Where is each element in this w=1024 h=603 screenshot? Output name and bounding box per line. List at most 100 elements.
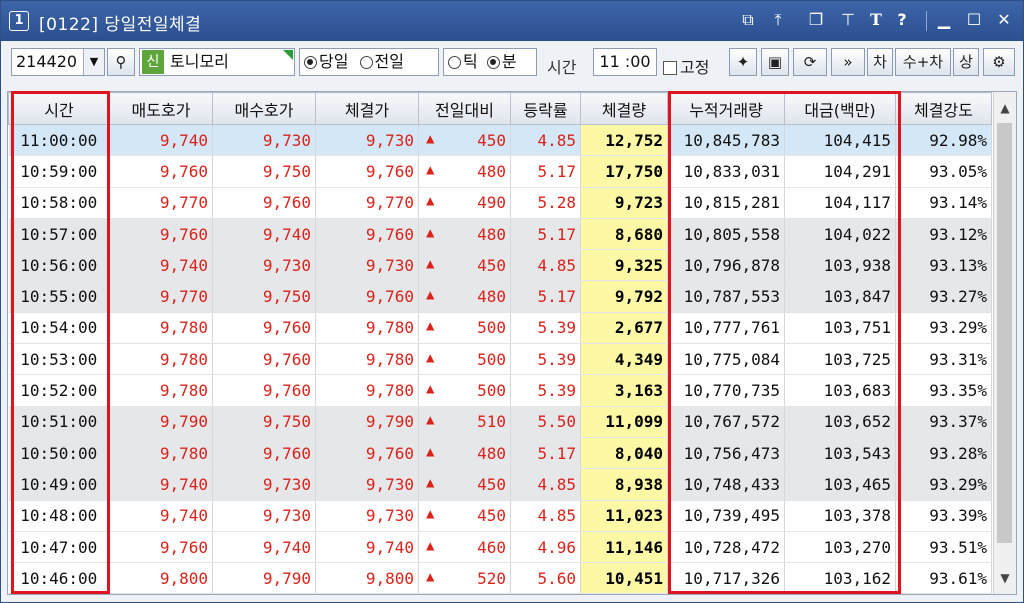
table-row[interactable]: 10:55:00 9,770 9,750 9,760 ▲ 480 5.17 9,792 10,7… — [8, 280, 992, 313]
close-icon[interactable]: ✕ — [993, 9, 1015, 31]
restore-icon[interactable]: ⧉ — [737, 9, 759, 31]
scroll-up-icon[interactable]: ▲ — [994, 96, 1016, 120]
cell-ask: 9,740 — [109, 124, 213, 157]
col-header-time[interactable]: 시간 — [8, 92, 110, 125]
cell-amount: 103,465 — [784, 468, 896, 501]
table-row[interactable]: 10:46:00 9,800 9,790 9,800 ▲ 520 5.60 10,451 10,… — [8, 562, 992, 595]
col-header-volume[interactable]: 체결량 — [580, 92, 668, 125]
time-input[interactable]: 11 :00 — [593, 48, 657, 76]
cell-cum-volume: 10,815,281 — [667, 187, 785, 219]
cell-amount: 103,652 — [784, 406, 896, 438]
table-row[interactable]: 10:48:00 9,740 9,730 9,730 ▲ 450 4.85 11,023 10,… — [8, 500, 992, 532]
cell-change: ▲ 450 — [418, 500, 511, 532]
export-icon[interactable]: ▣ — [761, 48, 789, 76]
cell-amount: 103,378 — [784, 500, 896, 532]
radio-unselected-icon — [448, 56, 461, 69]
cell-amount: 103,543 — [784, 437, 896, 470]
table-row[interactable]: 10:54:00 9,780 9,760 9,780 ▲ 500 5.39 2,677 10,7… — [8, 312, 992, 345]
cell-strength: 93.39% — [895, 500, 992, 532]
table-row[interactable]: 10:58:00 9,770 9,760 9,770 ▲ 490 5.28 9,723 10,8… — [8, 187, 992, 219]
cell-bid: 9,730 — [212, 124, 316, 157]
cell-time: 10:53:00 — [8, 343, 110, 376]
cell-price: 9,790 — [315, 406, 419, 438]
scroll-thumb[interactable] — [997, 123, 1012, 543]
pin-icon[interactable]: ⊤ — [837, 9, 859, 31]
cell-volume: 10,451 — [580, 562, 668, 595]
up-triangle-icon: ▲ — [426, 506, 435, 523]
cell-price: 9,770 — [315, 187, 419, 219]
cell-volume: 9,723 — [580, 187, 668, 219]
cell-bid: 9,730 — [212, 500, 316, 532]
cell-bid: 9,760 — [212, 343, 316, 376]
window-title: [0122] 당일전일체결 — [39, 15, 202, 35]
cell-amount: 104,022 — [784, 218, 896, 251]
pin-top-icon[interactable]: ⤒ — [767, 9, 789, 31]
col-header-ask[interactable]: 매도호가 — [109, 92, 213, 125]
cell-rate: 5.17 — [510, 155, 581, 188]
vertical-scrollbar[interactable]: ▲ ▼ — [993, 92, 1016, 594]
title-bar[interactable]: 1 [0122] 당일전일체결 ⧉ ⤒ ❐ ⊤ T ? ▁ ☐ ✕ — [1, 1, 1023, 41]
sucha-button[interactable]: 수+차 — [895, 48, 951, 76]
cell-strength: 93.61% — [895, 562, 992, 595]
table-row[interactable]: 10:59:00 9,760 9,750 9,760 ▲ 480 5.17 17,750 10,… — [8, 155, 992, 188]
up-triangle-icon: ▲ — [426, 130, 435, 147]
font-size-icon[interactable]: T — [865, 9, 887, 31]
maximize-icon[interactable]: ☐ — [963, 9, 985, 31]
radio-tick[interactable]: 틱 — [448, 52, 478, 71]
change-value: 460 — [477, 537, 506, 557]
cell-strength: 93.14% — [895, 187, 992, 219]
table-row[interactable]: 10:50:00 9,780 9,760 9,760 ▲ 480 5.17 8,040 10,7… — [8, 437, 992, 470]
cell-change: ▲ 480 — [418, 280, 511, 313]
table-row[interactable]: 10:52:00 9,780 9,760 9,780 ▲ 500 5.39 3,163 10,7… — [8, 374, 992, 407]
table-row[interactable]: 10:57:00 9,760 9,740 9,760 ▲ 480 5.17 8,680 10,8… — [8, 218, 992, 251]
radio-minute[interactable]: 분 — [486, 52, 517, 71]
cell-cum-volume: 10,845,783 — [667, 124, 785, 157]
cell-change: ▲ 460 — [418, 531, 511, 564]
col-header-bid[interactable]: 매수호가 — [212, 92, 316, 125]
cell-price: 9,730 — [315, 249, 419, 282]
cell-rate: 4.85 — [510, 249, 581, 282]
sang-button[interactable]: 상 — [953, 48, 979, 76]
cell-time: 10:54:00 — [8, 312, 110, 345]
cell-rate: 5.39 — [510, 312, 581, 345]
cell-change: ▲ 480 — [418, 218, 511, 251]
day-radio-group[interactable]: 당일 전일 — [299, 48, 439, 76]
table-row[interactable]: 10:56:00 9,740 9,730 9,730 ▲ 450 4.85 9,325 10,7… — [8, 249, 992, 282]
cell-strength: 93.13% — [895, 249, 992, 282]
radio-prevday[interactable]: 전일 — [359, 52, 404, 71]
sparkle-icon[interactable]: ✦ — [729, 48, 757, 76]
stock-code-input[interactable]: 214420 ▼ — [11, 48, 105, 76]
col-header-cum-volume[interactable]: 누적거래량 — [667, 92, 785, 125]
table-row[interactable]: 10:53:00 9,780 9,760 9,780 ▲ 500 5.39 4,349 10,7… — [8, 343, 992, 376]
table-row[interactable]: 10:49:00 9,740 9,730 9,730 ▲ 450 4.85 8,938 10,7… — [8, 468, 992, 501]
minimize-icon[interactable]: ▁ — [933, 9, 955, 31]
help-icon[interactable]: ? — [891, 9, 913, 31]
col-header-strength[interactable]: 체결강도 — [895, 92, 992, 125]
refresh-icon[interactable]: ⟳ — [793, 48, 827, 76]
cha-button[interactable]: 차 — [867, 48, 893, 76]
table-row[interactable]: 11:00:00 9,740 9,730 9,730 ▲ 450 4.85 12,752 10,… — [8, 124, 992, 157]
dropdown-arrow-icon[interactable]: ▼ — [83, 49, 104, 75]
cell-time: 10:51:00 — [8, 406, 110, 438]
cell-change: ▲ 500 — [418, 312, 511, 345]
table-row[interactable]: 10:47:00 9,760 9,740 9,740 ▲ 460 4.96 11,146 10,… — [8, 531, 992, 564]
copy-window-icon[interactable]: ❐ — [805, 9, 827, 31]
cell-volume: 4,349 — [580, 343, 668, 376]
stock-name-field[interactable]: 신 토니모리 — [139, 48, 295, 76]
col-header-rate[interactable]: 등락률 — [510, 92, 581, 125]
next-icon[interactable]: » — [831, 48, 865, 76]
radio-selected-icon — [486, 56, 500, 69]
search-icon[interactable]: ⚲ — [107, 48, 135, 76]
table-row[interactable]: 10:51:00 9,790 9,750 9,790 ▲ 510 5.50 11,099 10,… — [8, 406, 992, 438]
col-header-change[interactable]: 전일대비 — [418, 92, 511, 125]
up-triangle-icon: ▲ — [426, 443, 435, 460]
col-header-amount[interactable]: 대금(백만) — [784, 92, 896, 125]
fixed-checkbox[interactable]: 고정 — [663, 54, 709, 78]
radio-today[interactable]: 당일 — [304, 52, 348, 71]
change-value: 510 — [477, 412, 506, 432]
settings-gear-icon[interactable]: ⚙ — [983, 48, 1015, 76]
scroll-down-icon[interactable]: ▼ — [994, 566, 1016, 590]
cell-change: ▲ 500 — [418, 343, 511, 376]
col-header-price[interactable]: 체결가 — [315, 92, 419, 125]
unit-radio-group[interactable]: 틱 분 — [443, 48, 537, 76]
